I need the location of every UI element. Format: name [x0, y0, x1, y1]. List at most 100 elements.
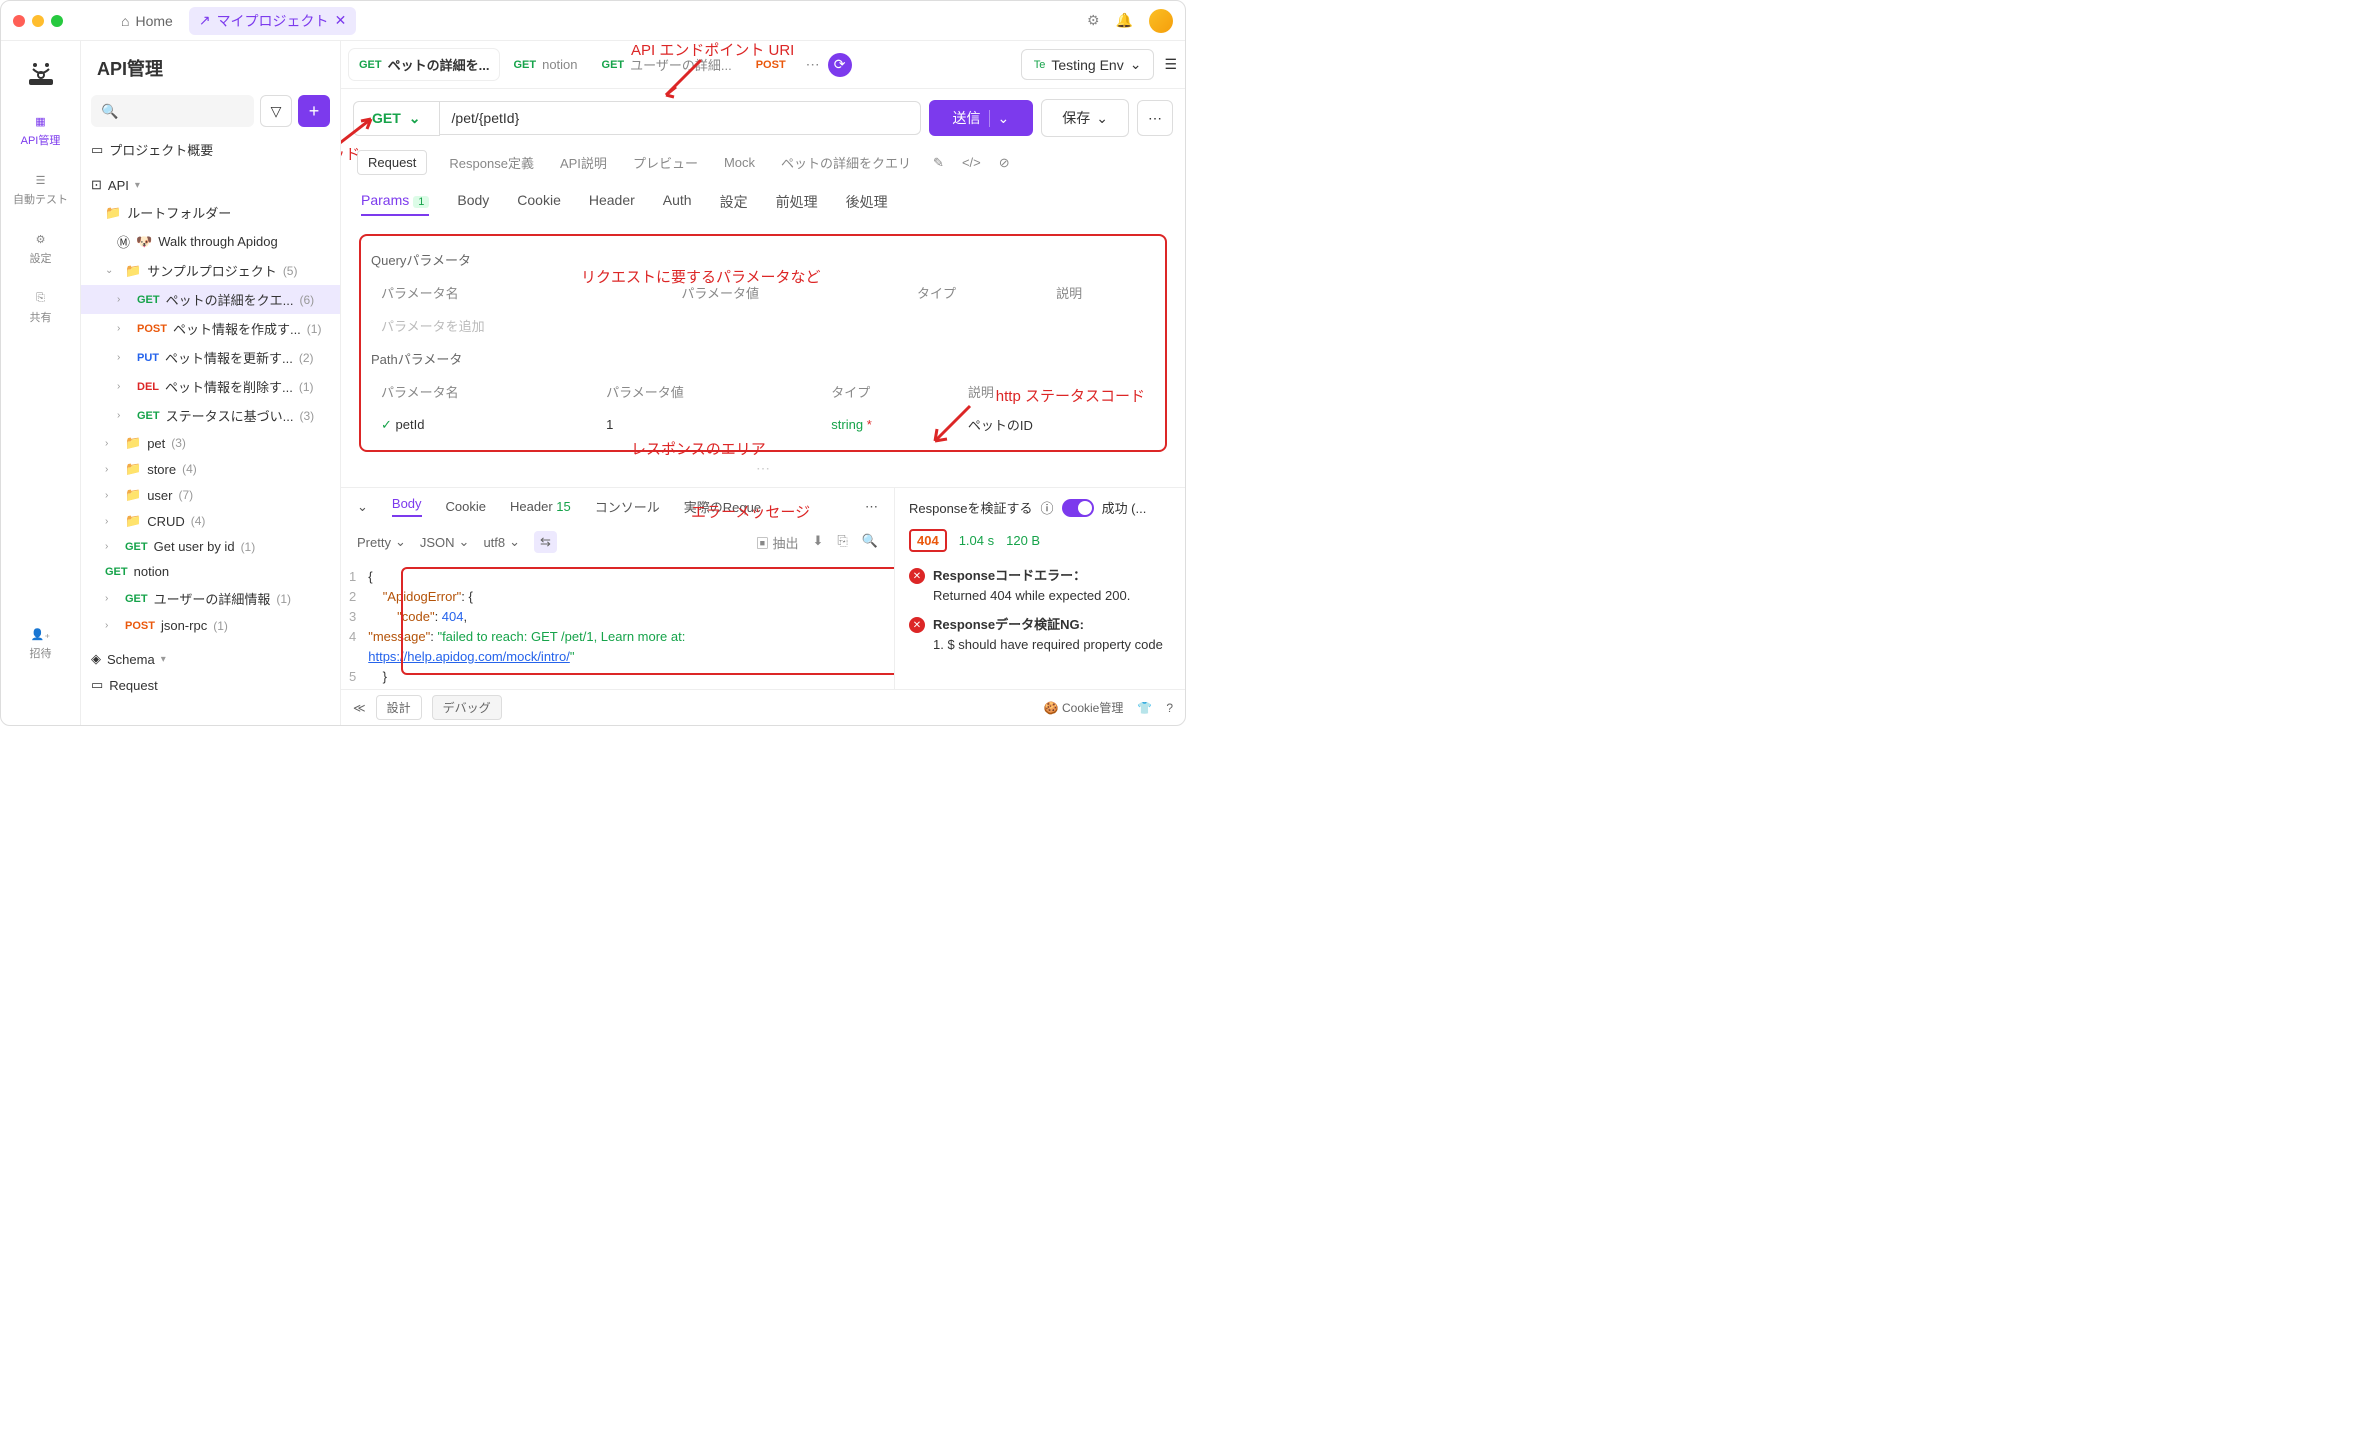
rail-share[interactable]: ⎘ 共有 [26, 288, 56, 329]
request-section[interactable]: ▭ Request [81, 672, 340, 698]
param-value[interactable]: 1 [598, 409, 821, 440]
api-item[interactable]: ›POSTペット情報を作成す...(1) [81, 314, 340, 343]
close-window[interactable] [13, 15, 25, 27]
filter-button[interactable]: ▽ [260, 95, 292, 127]
chevron-icon: › [105, 620, 119, 631]
tab-header[interactable]: Header [589, 188, 635, 216]
folder-item[interactable]: ›📁CRUD(4) [81, 508, 340, 534]
sample-folder[interactable]: ⌄ 📁 サンプルプロジェクト (5) [81, 256, 340, 285]
folder-item[interactable]: ›📁pet(3) [81, 430, 340, 456]
help-icon[interactable]: ? [1166, 701, 1173, 715]
extract-button[interactable]: ▣ 抽出 [756, 533, 799, 552]
project-tab[interactable]: ↗ マイプロジェクト ✕ [189, 7, 356, 35]
gear-icon[interactable]: ⚙ [1087, 12, 1100, 29]
api-item[interactable]: ›GETステータスに基づい...(3) [81, 401, 340, 430]
send-button[interactable]: 送信 ⌄ [929, 100, 1034, 136]
bell-icon[interactable]: 🔔 [1116, 12, 1133, 29]
subtab-api-doc[interactable]: API説明 [556, 147, 611, 178]
format-selector[interactable]: Pretty ⌄ [357, 534, 406, 550]
walkthrough-item[interactable]: Ⓜ 🐶 Walk through Apidog [81, 227, 340, 256]
avatar[interactable] [1149, 9, 1173, 33]
subtab-preview[interactable]: プレビュー [629, 147, 702, 178]
type-selector[interactable]: JSON ⌄ [420, 534, 470, 550]
editor-tab[interactable]: GETユーザーの詳細... [592, 49, 742, 80]
api-item[interactable]: ›POSTjson-rpc(1) [81, 613, 340, 638]
resp-tab-header[interactable]: Header 15 [510, 499, 571, 514]
success-label[interactable]: 成功 (... [1102, 498, 1147, 517]
tab-auth[interactable]: Auth [663, 188, 692, 216]
footer-design[interactable]: 設計 [376, 695, 422, 720]
rail-settings[interactable]: ⚙ 設定 [26, 229, 56, 270]
close-icon[interactable]: ✕ [335, 12, 347, 29]
root-folder[interactable]: 📁 ルートフォルダー [81, 198, 340, 227]
api-item[interactable]: ›GETユーザーの詳細情報(1) [81, 584, 340, 613]
shirt-icon[interactable]: 👕 [1137, 701, 1152, 715]
copy-icon[interactable]: ⎘ [837, 533, 847, 552]
editor-tab[interactable]: POST [746, 49, 802, 80]
response-body[interactable]: 1234 56 { "ApidogError": { "code": 404, … [341, 559, 894, 689]
tab-cookie[interactable]: Cookie [517, 188, 561, 216]
menu-icon[interactable]: ☰ [1164, 56, 1177, 73]
editor-tab[interactable]: GETペットの詳細を... [349, 49, 499, 80]
info-icon[interactable]: ⓘ [1041, 498, 1054, 517]
api-item[interactable]: ›GETGet user by id(1) [81, 534, 340, 559]
folder-item[interactable]: ›📁store(4) [81, 456, 340, 482]
env-selector[interactable]: Te Testing Env ⌄ [1021, 49, 1155, 80]
minimize-window[interactable] [32, 15, 44, 27]
encoding-selector[interactable]: utf8 ⌄ [483, 534, 520, 550]
path-param-row[interactable]: ✓ petId 1 string * ペットのID [373, 409, 1153, 440]
divider[interactable]: ⋯ [359, 458, 1167, 479]
collapse-icon[interactable]: ≪ [353, 701, 366, 715]
tabs-more[interactable]: ⋯ [806, 56, 820, 73]
home-button[interactable]: ⌂ Home [121, 13, 173, 29]
api-item[interactable]: ›DELペット情報を削除す...(1) [81, 372, 340, 401]
tab-pre[interactable]: 前処理 [776, 188, 818, 216]
schema-section[interactable]: ◈ Schema ▾ [81, 646, 340, 672]
rail-api[interactable]: ▦ API管理 [17, 111, 65, 152]
method-selector[interactable]: GET ⌄ [353, 101, 440, 136]
cookie-mgmt[interactable]: 🍪 Cookie管理 [1044, 699, 1124, 716]
tab-body[interactable]: Body [457, 188, 489, 216]
delete-icon[interactable]: ⊘ [999, 155, 1010, 171]
search-input[interactable]: 🔍 [91, 95, 254, 127]
edit-icon[interactable]: ✎ [933, 155, 944, 171]
maximize-window[interactable] [51, 15, 63, 27]
rail-invite[interactable]: 👤₊ 招待 [26, 624, 56, 665]
project-overview[interactable]: ▭ プロジェクト概要 [81, 135, 340, 164]
wrap-icon[interactable]: ⇆ [534, 531, 557, 553]
editor-tab[interactable]: GETnotion [503, 49, 587, 80]
tab-settings[interactable]: 設定 [720, 188, 748, 216]
more-icon[interactable]: ⋯ [865, 499, 878, 515]
api-item[interactable]: ›GETペットの詳細をクエ...(6) [81, 285, 340, 314]
download-icon[interactable]: ⬇ [813, 533, 824, 552]
validate-toggle[interactable] [1062, 499, 1094, 517]
chevron-down-icon: ⌄ [989, 110, 1010, 127]
code-icon[interactable]: </> [962, 155, 981, 170]
subtab-response-def[interactable]: Response定義 [445, 147, 538, 178]
subtab-request[interactable]: Request [357, 150, 427, 175]
new-tab-button[interactable]: ⟳ [828, 53, 852, 77]
tab-params[interactable]: Params1 [361, 188, 429, 216]
collapse-icon[interactable]: ⌄ [357, 499, 368, 515]
api-section[interactable]: ⊡ API ▾ [81, 172, 340, 198]
folder-item[interactable]: ›📁user(7) [81, 482, 340, 508]
add-param-row[interactable]: パラメータを追加 [373, 310, 1153, 341]
resp-tab-console[interactable]: コンソール [595, 497, 660, 516]
footer-debug[interactable]: デバッグ [432, 695, 502, 720]
subtab-mock[interactable]: Mock [720, 149, 759, 176]
api-item[interactable]: GETnotion [81, 559, 340, 584]
url-bar: GET ⌄ /pet/{petId} 送信 ⌄ 保存 ⌄ ⋯ [341, 89, 1185, 147]
url-input[interactable]: /pet/{petId} [440, 101, 921, 135]
method-badge: GET [125, 541, 148, 553]
more-button[interactable]: ⋯ [1137, 100, 1173, 136]
rail-autotest[interactable]: ☰ 自動テスト [9, 170, 72, 211]
save-button[interactable]: 保存 ⌄ [1041, 99, 1129, 137]
method-badge: GET [137, 294, 160, 306]
search-icon[interactable]: 🔍 [862, 533, 878, 552]
api-item[interactable]: ›PUTペット情報を更新す...(2) [81, 343, 340, 372]
tab-post[interactable]: 後処理 [846, 188, 888, 216]
resp-tab-cookie[interactable]: Cookie [446, 499, 486, 514]
resp-tab-actual[interactable]: 実際のReque [684, 497, 761, 516]
add-button[interactable]: + [298, 95, 330, 127]
resp-tab-body[interactable]: Body [392, 496, 422, 517]
